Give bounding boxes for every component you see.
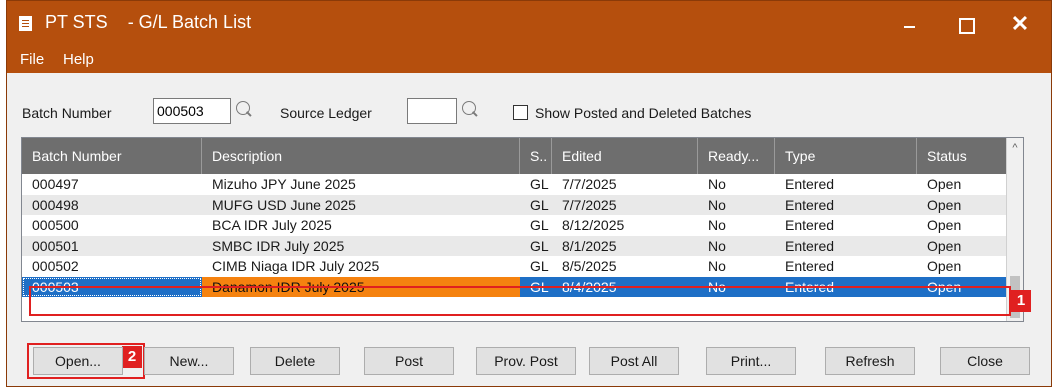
title-bar[interactable]: PT STS - G/L Batch List ✕ [7,1,1051,47]
column-header-source[interactable]: S.. [520,138,552,174]
menu-file[interactable]: File [20,51,44,68]
column-header-ready[interactable]: Ready... [698,138,775,174]
cell-status: Open [927,217,962,233]
annotation-badge-1: 1 [1011,290,1031,312]
cell-ready: No [708,258,726,274]
table-row[interactable]: 000502 CIMB Niaga IDR July 2025 GL 8/5/2025… [22,256,1007,277]
cell-edited: 7/7/2025 [562,176,617,192]
table-row[interactable]: 000501 SMBC IDR July 2025 GL 8/1/2025 No Ente… [22,235,1007,256]
table-row[interactable]: 000500 BCA IDR July 2025 GL 8/12/2025 No Ente… [22,215,1007,236]
cell-edited: 8/12/2025 [562,217,625,233]
cell-status: Open [927,237,962,254]
table-row[interactable]: 000497 Mizuho JPY June 2025 GL 7/7/2025 No En… [22,174,1007,195]
cell-type: Entered [785,217,835,233]
cell-batch-number: 000497 [32,176,79,192]
cell-status: Open [927,196,962,213]
column-header-type[interactable]: Type [775,138,917,174]
cell-batch-number: 000500 [32,217,79,233]
cell-ready: No [708,217,726,233]
cell-description: SMBC IDR July 2025 [212,237,345,254]
grid-body: 000497 Mizuho JPY June 2025 GL 7/7/2025 No En… [22,174,1007,297]
cell-edited: 8/5/2025 [562,258,617,274]
cell-edited: 7/7/2025 [562,196,617,213]
post-button[interactable]: Post [364,347,454,375]
cell-type: Entered [785,258,835,274]
cell-description: BCA IDR July 2025 [212,217,332,233]
minimize-icon[interactable] [887,7,933,41]
magnifier-icon[interactable] [462,101,476,115]
magnifier-icon[interactable] [236,101,250,115]
source-ledger-input[interactable] [407,98,457,124]
post-all-button[interactable]: Post All [589,347,679,375]
cell-status: Open [927,258,962,274]
maximize-icon[interactable] [942,7,988,41]
window-title: PT STS - G/L Batch List [45,12,252,32]
menu-help[interactable]: Help [63,51,94,68]
cell-source: GL [530,217,549,233]
cell-source: GL [530,237,549,254]
close-button[interactable]: Close [940,347,1030,375]
cell-batch-number: 000501 [32,237,79,254]
cell-batch-number: 000502 [32,258,79,274]
prov-post-button[interactable]: Prov. Post [476,347,576,375]
cell-type: Entered [785,196,835,213]
cell-ready: No [708,237,726,254]
column-header-status[interactable]: Status [917,138,1007,174]
annotation-badge-2: 2 [122,346,142,368]
source-ledger-label: Source Ledger [280,105,372,121]
cell-source: GL [530,258,549,274]
cell-edited: 8/1/2025 [562,237,617,254]
show-posted-label: Show Posted and Deleted Batches [535,105,752,121]
menu-bar: File Help [7,47,1051,73]
batch-number-label: Batch Number [22,105,112,121]
cell-batch-number: 000498 [32,196,79,213]
cell-type: Entered [785,176,835,192]
grid-header: Batch Number Description S.. Edited Read… [22,138,1007,174]
filter-bar: Batch Number Source Ledger Show Posted a… [7,73,1051,131]
cell-source: GL [530,196,549,213]
show-posted-checkbox[interactable] [513,105,528,120]
cell-source: GL [530,176,549,192]
column-header-batch-number[interactable]: Batch Number [22,138,202,174]
table-row[interactable]: 000498 MUFG USD June 2025 GL 7/7/2025 No Ente… [22,194,1007,215]
batch-number-input[interactable] [153,98,231,124]
delete-button[interactable]: Delete [250,347,340,375]
cell-type: Entered [785,237,835,254]
cell-description: CIMB Niaga IDR July 2025 [212,258,380,274]
cell-description: MUFG USD June 2025 [212,196,356,213]
scroll-up-icon[interactable]: ^ [1009,142,1021,154]
cell-status: Open [927,176,962,192]
cell-ready: No [708,196,726,213]
annotation-box-selected-row [29,286,1011,316]
cell-description: Mizuho JPY June 2025 [212,176,356,192]
cell-ready: No [708,176,726,192]
list-document-icon [19,16,32,31]
refresh-button[interactable]: Refresh [825,347,915,375]
print-button[interactable]: Print... [706,347,796,375]
column-header-description[interactable]: Description [202,138,520,174]
open-button[interactable]: Open... [33,347,123,375]
new-button[interactable]: New... [144,347,234,375]
column-header-edited[interactable]: Edited [552,138,698,174]
close-icon[interactable]: ✕ [997,7,1043,41]
